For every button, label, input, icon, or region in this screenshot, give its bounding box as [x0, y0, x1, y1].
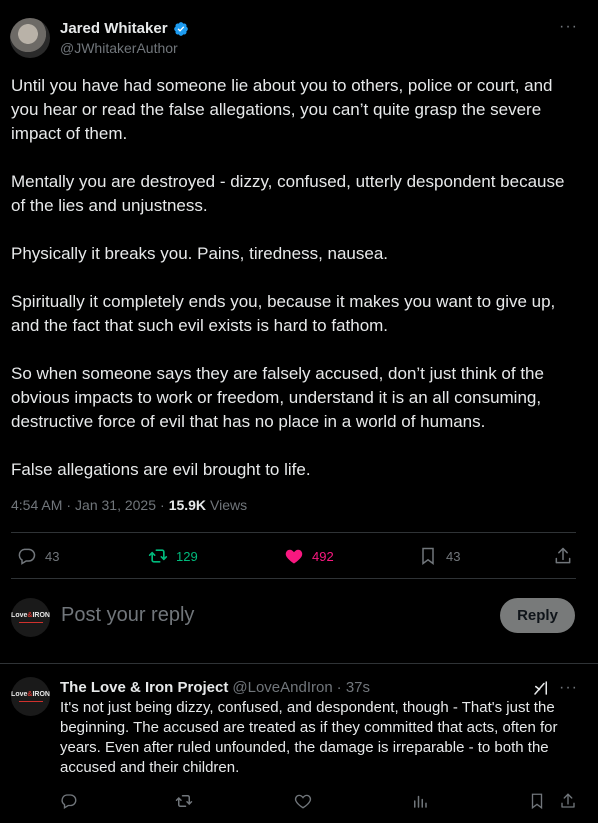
reply-author-avatar[interactable]: Love&IRON	[11, 677, 50, 716]
reply-text: It's not just being dizzy, confused, and…	[60, 699, 558, 776]
share-icon	[555, 547, 571, 564]
author-avatar[interactable]	[10, 18, 50, 58]
repost-action[interactable]: 129	[148, 546, 198, 566]
share-icon[interactable]	[559, 792, 577, 810]
author-name-row[interactable]: Jared Whitaker	[60, 20, 189, 37]
reply-button[interactable]: Reply	[500, 598, 575, 633]
repost-count: 129	[176, 548, 198, 564]
reply-header: The Love & Iron Project @LoveAndIron · 3…	[60, 679, 370, 696]
reply-time[interactable]: · 37s	[337, 679, 370, 696]
divider	[11, 578, 576, 579]
like-count: 492	[312, 548, 334, 564]
views-count: 15.9K	[168, 497, 207, 513]
tweet-paragraph: Spiritually it completely ends you, beca…	[11, 292, 556, 335]
bookmark-action[interactable]: 43	[418, 546, 460, 566]
tweet-date[interactable]: Jan 31, 2025	[75, 497, 156, 513]
meta-separator: ·	[66, 497, 72, 513]
logo-text: Love&IRON	[11, 691, 50, 698]
tweet-paragraph: So when someone says they are falsely ac…	[11, 364, 544, 431]
tweet-body: Until you have had someone lie about you…	[11, 74, 581, 506]
meta-separator: ·	[160, 497, 165, 513]
repost-icon	[148, 549, 168, 563]
views-label: Views	[210, 497, 248, 513]
heart-icon[interactable]	[294, 792, 312, 810]
logo-bar	[18, 622, 43, 623]
reply-icon	[18, 548, 36, 565]
reply-icon[interactable]	[60, 792, 78, 810]
reply-count: 43	[45, 548, 60, 564]
repost-icon[interactable]	[175, 792, 193, 810]
bookmark-count: 43	[446, 548, 461, 564]
grok-icon[interactable]	[532, 679, 550, 697]
bookmark-icon[interactable]	[528, 792, 546, 810]
reply-input[interactable]: Post your reply	[61, 604, 194, 627]
tweet-meta: 4:54 AM · Jan 31, 2025 · 15.9K Views	[11, 497, 247, 513]
verified-badge-icon	[173, 21, 188, 36]
reply-action[interactable]: 43	[17, 546, 59, 566]
heart-icon	[285, 549, 303, 564]
author-handle[interactable]: @JWhitakerAuthor	[60, 40, 178, 56]
like-action[interactable]: 492	[284, 546, 334, 566]
logo-text: Love&IRON	[11, 612, 50, 619]
tweet-time[interactable]: 4:54 AM	[11, 497, 62, 513]
bookmark-icon	[422, 547, 434, 565]
analytics-icon[interactable]	[411, 792, 429, 810]
tweet-paragraph: Mentally you are destroyed - dizzy, conf…	[11, 172, 565, 215]
divider	[11, 532, 576, 533]
reply-author-name[interactable]: The Love & Iron Project	[60, 679, 228, 696]
author-name[interactable]: Jared Whitaker	[60, 20, 168, 37]
tweet-paragraph: Until you have had someone lie about you…	[11, 76, 553, 143]
user-avatar[interactable]: Love&IRON	[11, 598, 50, 637]
reply-author-handle[interactable]: @LoveAndIron	[232, 679, 332, 696]
logo-bar	[18, 701, 43, 702]
more-options-icon[interactable]: ···	[559, 18, 578, 36]
reply-more-options-icon[interactable]: ···	[559, 679, 578, 697]
tweet-paragraph: False allegations are evil brought to li…	[11, 460, 311, 479]
divider	[0, 663, 598, 664]
share-action[interactable]	[553, 546, 573, 566]
tweet-paragraph: Physically it breaks you. Pains, tiredne…	[11, 244, 389, 263]
